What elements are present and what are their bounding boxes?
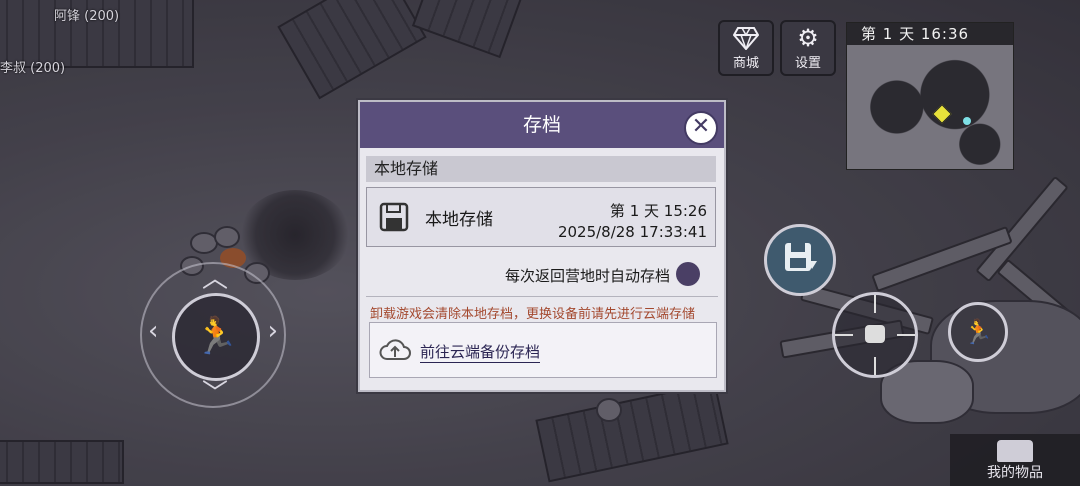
close-button[interactable]: ✕ <box>684 111 718 145</box>
save-slot[interactable]: 本地存储 第 1 天 15:26 2025/8/28 17:33:41 <box>366 187 716 247</box>
settings-button[interactable]: ⚙ 设置 <box>780 20 836 76</box>
chest-icon <box>997 440 1033 462</box>
floppy-disk-icon <box>785 243 817 271</box>
movement-joystick[interactable]: ︿ ‹ › ﹀ 🏃 <box>140 262 286 409</box>
save-slot-datetime: 2025/8/28 17:33:41 <box>557 223 707 241</box>
minimap[interactable]: 第 1 天 16:36 <box>846 22 1014 170</box>
minimap-map <box>847 45 1013 169</box>
close-icon: ✕ <box>691 114 711 139</box>
gear-icon: ⚙ <box>797 24 819 52</box>
shop-button-label: 商城 <box>732 56 759 71</box>
minimap-player-marker <box>963 117 971 125</box>
crosshair-fist-icon <box>835 295 915 375</box>
save-slot-day-time: 第 1 天 15:26 <box>609 202 707 220</box>
minimap-day-time: 第 1 天 16:36 <box>847 23 1013 45</box>
save-dialog: 存档 ✕ 本地存储 本地存储 第 1 天 15:26 2025/8/28 17:… <box>358 100 726 392</box>
divider <box>366 296 718 297</box>
sprint-button[interactable]: 🏃 <box>948 302 1008 362</box>
diamond-icon <box>720 22 772 52</box>
save-slot-name: 本地存储 <box>425 210 493 230</box>
sprint-icon: 🏃 <box>963 318 993 346</box>
attack-button[interactable] <box>832 292 918 378</box>
dialog-title: 存档 <box>360 102 724 148</box>
npc-label-afeng: 阿锋 (200) <box>54 9 120 24</box>
minimap-quest-marker <box>932 104 952 124</box>
quick-save-button[interactable] <box>764 224 836 296</box>
inventory-button[interactable]: 我的物品 <box>950 434 1080 486</box>
settings-button-label: 设置 <box>794 56 821 71</box>
chevron-right-icon: › <box>267 316 278 346</box>
inventory-button-label: 我的物品 <box>987 465 1043 481</box>
chevron-up-icon: ︿ <box>202 264 229 294</box>
npc-label-lishu: 李叔 (200) <box>0 61 66 76</box>
running-man-icon: 🏃 <box>172 293 260 381</box>
cloud-upload-icon <box>379 339 411 360</box>
uninstall-warning: 卸载游戏会清除本地存档，更换设备前请先进行云端存储 <box>370 307 696 322</box>
floppy-disk-icon <box>379 202 409 232</box>
shop-button[interactable]: 商城 <box>718 20 774 76</box>
local-storage-section-title: 本地存储 <box>366 156 716 182</box>
autosave-label: 每次返回营地时自动存档 <box>504 267 670 285</box>
cloud-backup-label: 前往云端备份存档 <box>420 343 541 363</box>
cloud-backup-button[interactable]: 前往云端备份存档 <box>369 322 717 378</box>
autosave-toggle[interactable] <box>676 262 700 286</box>
chevron-left-icon: ‹ <box>148 316 159 346</box>
